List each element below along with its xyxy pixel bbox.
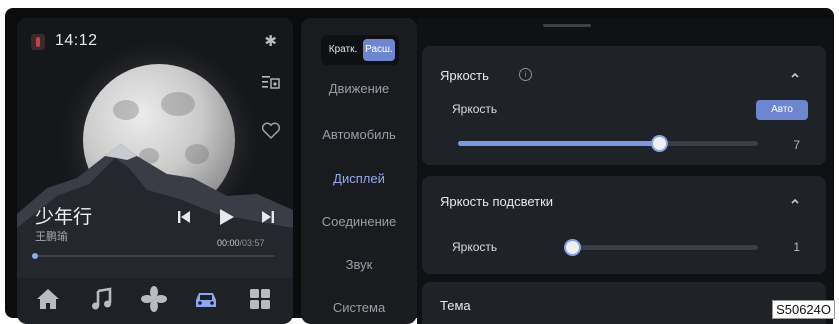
brightness-card: Яркость i Яркость Авто 7 (422, 46, 826, 165)
backlight-row-label: Яркость (452, 240, 498, 254)
nav-item-vehicle[interactable]: Автомобиль (301, 127, 417, 142)
apps-icon[interactable] (247, 286, 273, 312)
settings-nav: Кратк. Расш. Движение Автомобиль Дисплей… (301, 18, 417, 324)
view-mode-toggle: Кратк. Расш. (321, 35, 399, 65)
play-icon[interactable] (217, 208, 235, 226)
playlist-icon[interactable] (262, 75, 280, 89)
time-current: 00:00 (217, 238, 240, 248)
figure-code: S50624O (772, 300, 835, 319)
drag-handle[interactable] (543, 24, 591, 27)
slider-thumb[interactable] (566, 241, 579, 254)
nav-item-sound[interactable]: Звук (301, 257, 417, 272)
chevron-up-icon[interactable] (790, 70, 800, 80)
theme-title: Тема (440, 298, 471, 313)
backlight-value: 1 (793, 240, 800, 254)
chevron-up-icon[interactable] (790, 196, 800, 206)
segment-short[interactable]: Кратк. (324, 39, 362, 61)
status-bar: 14:12 ✱ (31, 32, 279, 52)
previous-icon[interactable] (175, 208, 193, 226)
theme-card: Тема (422, 282, 826, 324)
nav-item-driving[interactable]: Движение (301, 81, 417, 96)
music-icon[interactable] (89, 286, 115, 312)
backlight-slider[interactable] (566, 241, 758, 254)
display-settings-panel: Яркость i Яркость Авто 7 Яркость подсвет… (417, 18, 833, 324)
info-icon[interactable]: i (519, 68, 532, 81)
bluetooth-icon: ✱ (264, 33, 277, 50)
brightness-row-label: Яркость (452, 102, 498, 116)
media-player-panel: 14:12 ✱ 少年行 王鹏瑜 00:00/03:57 (17, 18, 293, 324)
fan-icon[interactable] (141, 286, 167, 312)
brightness-title: Яркость (440, 68, 489, 83)
slider-thumb[interactable] (653, 137, 666, 150)
album-art: 14:12 ✱ 少年行 王鹏瑜 00:00/03:57 (17, 18, 293, 278)
backlight-title: Яркость подсветки (440, 194, 554, 209)
time-total: /03:57 (239, 238, 265, 248)
heart-icon[interactable] (261, 122, 281, 140)
home-icon[interactable] (35, 286, 61, 312)
nav-item-display[interactable]: Дисплей (301, 171, 417, 186)
brightness-value: 7 (793, 138, 800, 152)
brightness-slider[interactable] (458, 137, 758, 150)
playback-progress[interactable] (32, 253, 275, 259)
nav-item-connection[interactable]: Соединение (301, 214, 417, 229)
clock: 14:12 (55, 32, 98, 49)
track-time: 00:00/03:57 (217, 238, 265, 248)
car-brand-icon (31, 34, 45, 50)
song-title: 少年行 (35, 207, 93, 228)
progress-knob[interactable] (32, 253, 38, 259)
segment-extended[interactable]: Расш. (363, 39, 395, 61)
next-icon[interactable] (259, 208, 277, 226)
screen-frame: 14:12 ✱ 少年行 王鹏瑜 00:00/03:57 Кратк. Расш.… (5, 8, 834, 324)
nav-item-system[interactable]: Система (301, 300, 417, 315)
car-icon[interactable] (193, 286, 219, 312)
auto-brightness-button[interactable]: Авто (756, 100, 808, 120)
artist-name: 王鹏瑜 (35, 231, 68, 243)
backlight-card: Яркость подсветки Яркость 1 (422, 176, 826, 274)
bottom-dock (17, 280, 293, 324)
